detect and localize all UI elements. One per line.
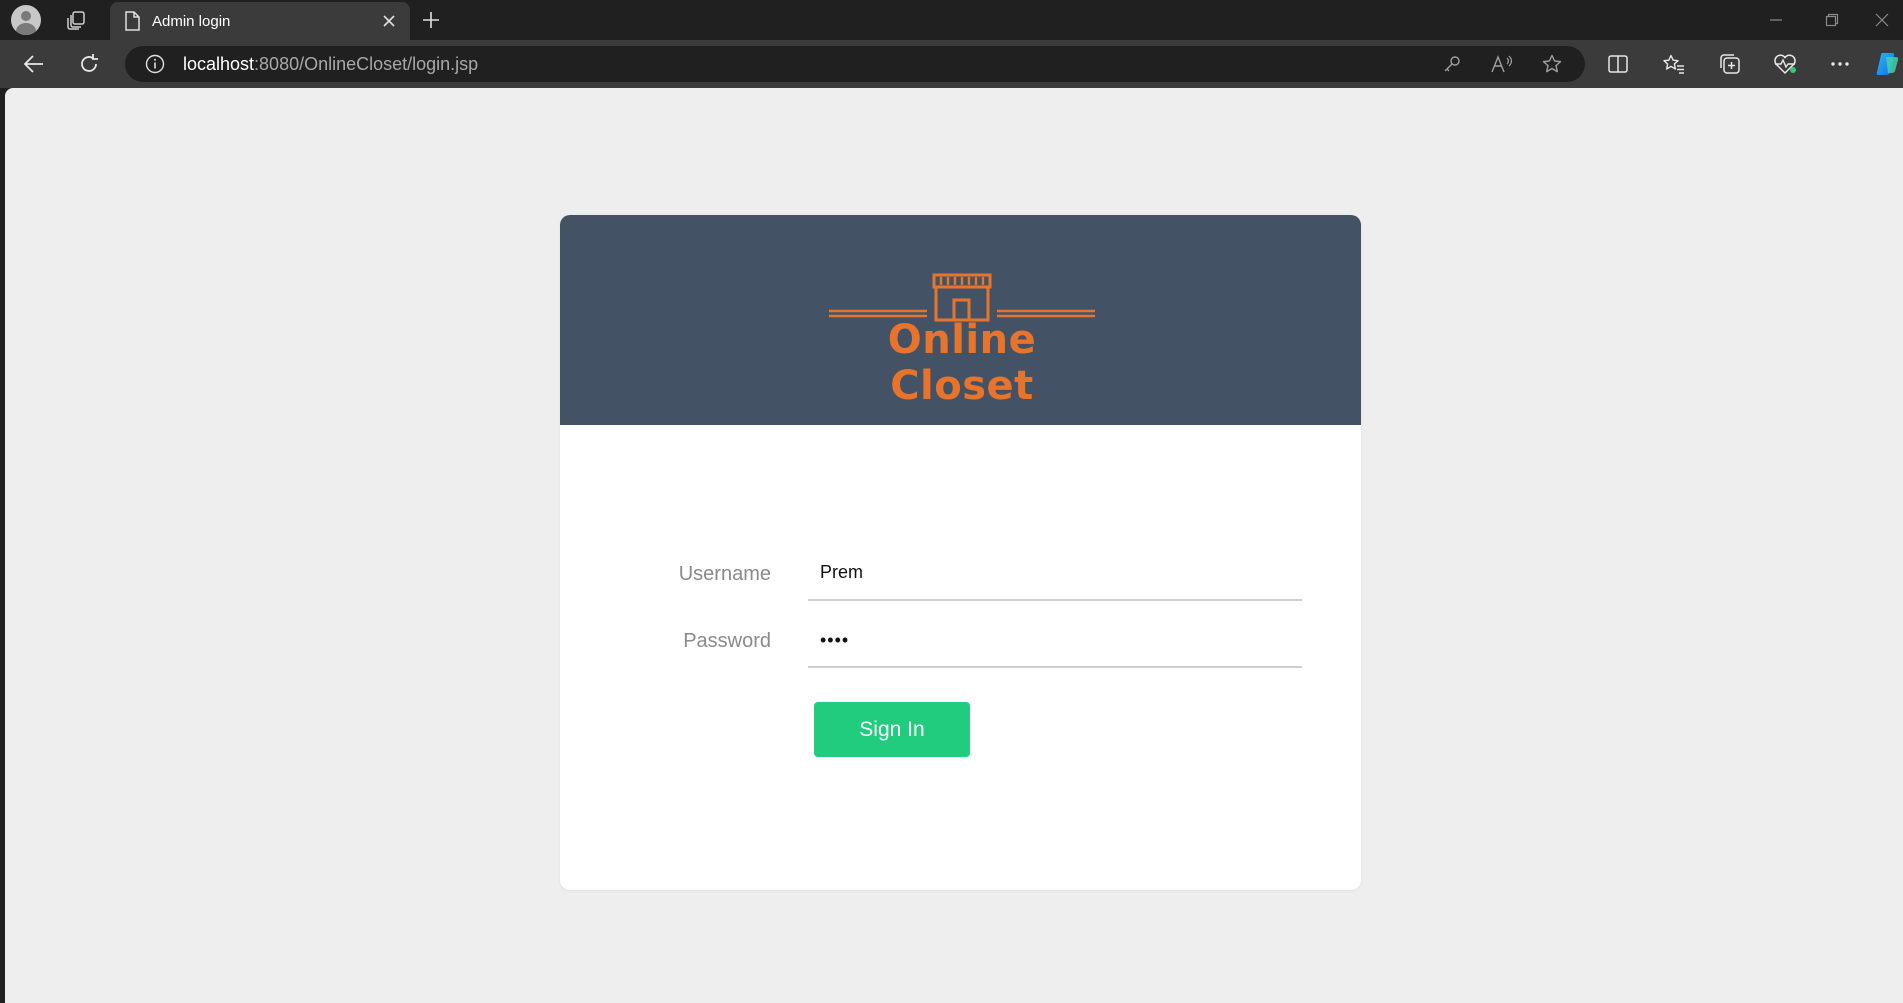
username-label: Username [678, 563, 771, 585]
profile-button[interactable] [8, 4, 44, 36]
collections-button[interactable] [1712, 47, 1748, 81]
copilot-button[interactable] [1870, 47, 1903, 81]
back-button[interactable] [16, 47, 52, 81]
tab-actions-icon [67, 11, 85, 30]
close-icon [383, 15, 395, 27]
profile-avatar-icon [11, 5, 41, 35]
password-row: Password •••• [560, 612, 1361, 668]
close-window-icon [1875, 13, 1888, 27]
favorites-icon [1663, 54, 1684, 74]
browser-tab-strip: Admin login [0, 0, 1903, 40]
refresh-button[interactable] [71, 47, 107, 81]
split-screen-button[interactable] [1600, 47, 1636, 81]
split-screen-icon [1608, 55, 1628, 73]
add-favorite-button[interactable] [1535, 47, 1569, 81]
info-icon[interactable] [145, 54, 165, 74]
brand-name: Online Closet [887, 317, 1037, 409]
new-tab-button[interactable] [414, 4, 448, 36]
minimize-button[interactable] [1748, 0, 1804, 40]
more-icon [1831, 62, 1849, 66]
login-card-header: Online Closet [560, 215, 1361, 425]
read-aloud-button[interactable] [1485, 47, 1519, 81]
sign-in-button[interactable]: Sign In [814, 702, 970, 757]
browser-essentials-icon [1774, 54, 1796, 75]
tab-actions-button[interactable] [58, 4, 94, 36]
storefront-logo-icon [829, 273, 1095, 322]
more-menu-button[interactable] [1822, 47, 1858, 81]
refresh-icon [81, 54, 98, 72]
url-text[interactable]: localhost:8080/OnlineCloset/login.jsp [183, 54, 1435, 75]
copilot-icon [1876, 53, 1898, 75]
restore-icon [1825, 13, 1839, 27]
tab-title: Admin login [152, 12, 231, 30]
username-row: Username [560, 545, 1361, 601]
browser-essentials-button[interactable] [1767, 47, 1803, 81]
tab-admin-login[interactable]: Admin login [110, 2, 410, 40]
tab-close-button[interactable] [374, 6, 404, 36]
password-label: Password [683, 630, 771, 652]
online-closet-logo: Online Closet [827, 273, 1097, 409]
minimize-icon [1770, 19, 1782, 21]
back-arrow-icon [23, 55, 43, 73]
collections-icon [1720, 54, 1740, 74]
plus-icon [423, 12, 439, 28]
star-icon [1542, 54, 1562, 73]
username-input[interactable] [808, 545, 1302, 601]
address-bar[interactable]: localhost:8080/OnlineCloset/login.jsp [125, 46, 1585, 82]
url-host: localhost [183, 53, 255, 74]
favorites-button[interactable] [1656, 47, 1692, 81]
browser-toolbar: localhost:8080/OnlineCloset/login.jsp [0, 40, 1903, 88]
document-icon [125, 11, 140, 31]
login-card: Online Closet Username Password •••• Sig… [560, 215, 1361, 890]
page-viewport: Online Closet Username Password •••• Sig… [5, 88, 1903, 1003]
restore-button[interactable] [1804, 0, 1860, 40]
close-window-button[interactable] [1860, 0, 1903, 40]
read-aloud-icon [1491, 55, 1513, 73]
password-input[interactable] [808, 612, 1302, 668]
password-key-button[interactable] [1435, 47, 1469, 81]
key-icon [1444, 56, 1460, 72]
url-path: :8080/OnlineCloset/login.jsp [254, 53, 479, 74]
